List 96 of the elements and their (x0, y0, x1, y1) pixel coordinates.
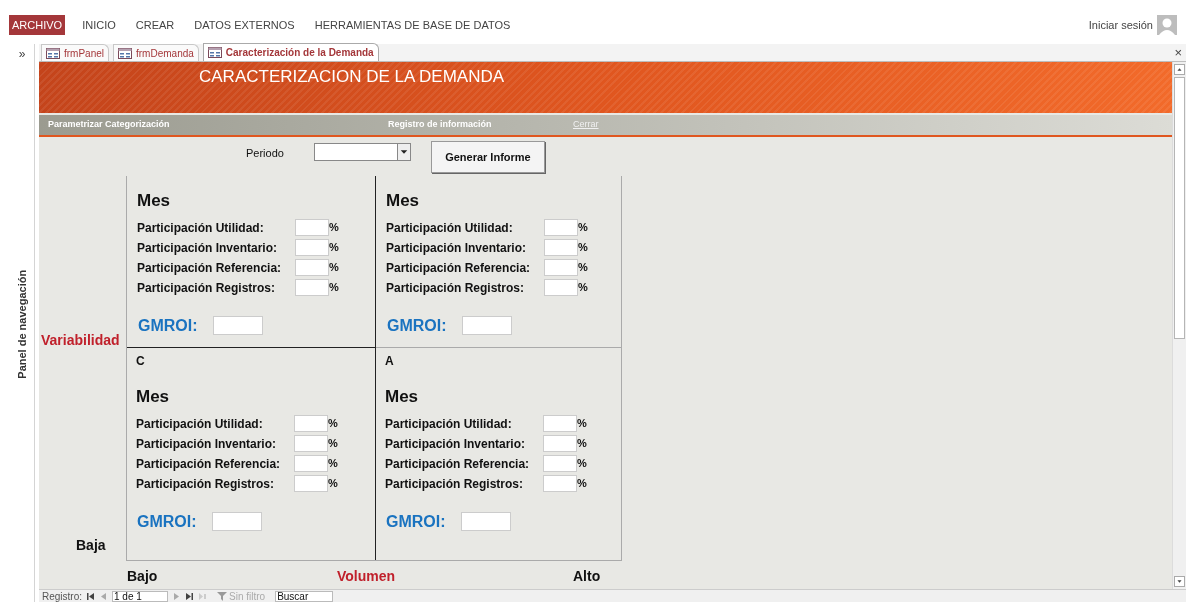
scrollbar-thumb[interactable] (1174, 77, 1185, 339)
quadrant-label: A (385, 353, 395, 370)
form-icon (46, 47, 60, 59)
expand-pane-button[interactable]: » (18, 45, 26, 63)
percent-input[interactable] (544, 239, 578, 256)
ribbon-tab[interactable]: ARCHIVO (9, 15, 66, 35)
axis-label: Alto (573, 567, 601, 586)
unit-label: % (577, 456, 587, 472)
percent-input[interactable] (543, 455, 577, 472)
field-label: Participación Utilidad: (136, 415, 264, 433)
unit-label: % (578, 240, 588, 256)
ribbon-tab[interactable]: CREAR (132, 15, 178, 35)
field-label: Participación Inventario: (386, 239, 528, 257)
unit-label: % (329, 220, 339, 236)
gmroi-label: GMROI: (386, 511, 447, 532)
first-record-icon[interactable] (86, 591, 95, 601)
field-label: Participación Referencia: (385, 455, 531, 473)
gmroi-label: GMROI: (387, 315, 448, 336)
scroll-up-icon[interactable] (1174, 64, 1185, 75)
percent-input[interactable] (543, 415, 577, 432)
gmroi-input[interactable] (212, 512, 262, 531)
document-tab[interactable]: frmPanel (41, 44, 109, 61)
field-label: Participación Inventario: (136, 435, 278, 453)
percent-input[interactable] (294, 435, 328, 452)
percent-input[interactable] (544, 219, 578, 236)
axis-label: Baja (76, 536, 106, 555)
section-heading: Mes (385, 386, 420, 408)
percent-input[interactable] (294, 415, 328, 432)
axis-label: Variabilidad (41, 331, 120, 350)
document-tab[interactable]: Caracterización de la Demanda (202, 43, 379, 61)
unit-label: % (577, 436, 587, 452)
unit-label: % (328, 416, 338, 432)
form-title: CARACTERIZACION DE LA DEMANDA (199, 66, 505, 88)
last-record-icon[interactable] (185, 591, 194, 601)
record-label: Registro: (42, 589, 82, 602)
field-label: Participación Utilidad: (137, 219, 265, 237)
field-label: Participación Inventario: (137, 239, 279, 257)
percent-input[interactable] (544, 259, 578, 276)
search-field[interactable]: Buscar (275, 590, 334, 602)
unit-label: % (578, 260, 588, 276)
unit-label: % (577, 476, 587, 492)
field-label: Participación Referencia: (137, 259, 283, 277)
gmroi-input[interactable] (462, 316, 512, 335)
unit-label: % (328, 456, 338, 472)
gmroi-input[interactable] (213, 316, 263, 335)
percent-input[interactable] (543, 435, 577, 452)
record-position-field[interactable]: 1 de 1 (112, 590, 168, 602)
gmroi-label: GMROI: (137, 511, 198, 532)
scroll-down-icon[interactable] (1174, 576, 1185, 587)
percent-input[interactable] (295, 279, 329, 296)
section-heading: Mes (136, 386, 171, 408)
gmroi-label: GMROI: (138, 315, 199, 336)
unit-label: % (578, 280, 588, 296)
form-icon (207, 47, 222, 58)
unit-label: % (329, 240, 339, 256)
nav-pane-title[interactable]: Panel de navegación (13, 266, 31, 383)
field-label: Participación Inventario: (385, 435, 527, 453)
section-heading: Mes (137, 190, 172, 212)
field-label: Participación Utilidad: (386, 219, 514, 237)
field-label: Participación Utilidad: (385, 415, 513, 433)
unit-label: % (328, 476, 338, 492)
unit-label: % (328, 436, 338, 452)
percent-input[interactable] (295, 239, 329, 256)
axis-label: Bajo (127, 567, 159, 586)
field-label: Participación Referencia: (386, 259, 532, 277)
percent-input[interactable] (295, 259, 329, 276)
field-label: Participación Referencia: (136, 455, 282, 473)
unit-label: % (329, 280, 339, 296)
user-avatar-icon[interactable] (1157, 15, 1177, 35)
ribbon-tab[interactable]: INICIO (79, 15, 119, 35)
unit-label: % (577, 416, 587, 432)
unit-label: % (578, 220, 588, 236)
percent-input[interactable] (294, 455, 328, 472)
unit-label: % (329, 260, 339, 276)
percent-input[interactable] (294, 475, 328, 492)
axis-label: Volumen (337, 567, 397, 586)
sign-in-link[interactable]: Iniciar sesión (1088, 16, 1153, 34)
field-label: Participación Registros: (385, 475, 525, 493)
document-tab[interactable]: frmDemanda (113, 44, 199, 61)
field-label: Participación Registros: (137, 279, 277, 297)
section-heading: Mes (386, 190, 421, 212)
percent-input[interactable] (295, 219, 329, 236)
field-label: Periodo (246, 146, 284, 161)
period-dropdown[interactable] (313, 143, 411, 161)
field-label: Participación Registros: (386, 279, 526, 297)
percent-input[interactable] (543, 475, 577, 492)
quadrant-label: C (136, 353, 146, 370)
ribbon-tab[interactable]: HERRAMIENTAS DE BASE DE DATOS (311, 15, 514, 35)
form-icon (118, 47, 132, 59)
field-label: Participación Registros: (136, 475, 276, 493)
filter-icon (217, 591, 227, 601)
generate-report-button[interactable]: Generar Informe (430, 141, 545, 173)
percent-input[interactable] (544, 279, 578, 296)
gmroi-input[interactable] (461, 512, 511, 531)
ribbon-tab[interactable]: DATOS EXTERNOS (191, 15, 298, 35)
close-button[interactable]: × (1174, 42, 1182, 63)
